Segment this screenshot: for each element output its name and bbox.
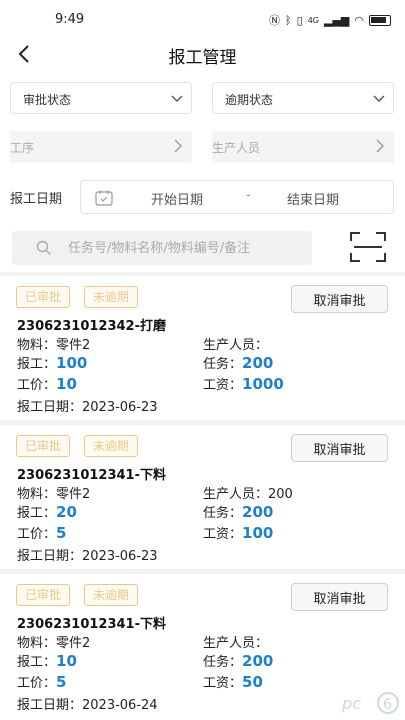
watermark-logo: pc 6 xyxy=(341,692,399,714)
wage-field: 工资：100 xyxy=(203,524,274,542)
nav-bar: 报工管理 xyxy=(0,38,405,72)
filter-panel: 审批状态 逾期状态 工序 生产人员 报工日期 开始日期 - 结束日期 xyxy=(0,72,405,272)
reported-field: 报工：20 xyxy=(17,503,77,521)
reported-field: 报工：10 xyxy=(17,652,77,670)
page-title: 报工管理 xyxy=(168,48,237,68)
producer-field[interactable]: 生产人员 xyxy=(212,131,394,163)
process-field[interactable]: 工序 xyxy=(10,131,192,163)
signal-network-label: 4G xyxy=(307,15,319,25)
chevron-down-icon xyxy=(373,95,385,102)
card-title: 2306231012341-下料 xyxy=(17,617,166,632)
unit-price-field: 工价：10 xyxy=(17,375,77,393)
approval-badge: 已审批 xyxy=(16,286,71,308)
scan-icon[interactable] xyxy=(350,232,386,262)
signal-icon: ▂▄▆ xyxy=(324,13,350,27)
overdue-badge: 未逾期 xyxy=(84,435,139,457)
approval-status-select[interactable]: 审批状态 xyxy=(10,82,192,114)
approval-badge: 已审批 xyxy=(16,584,71,606)
producer-field: 生产人员：200 xyxy=(203,487,293,502)
nfc-icon: Ⓝ xyxy=(269,14,281,27)
chevron-right-icon xyxy=(174,139,182,153)
producer-label: 生产人员 xyxy=(212,141,261,155)
process-label: 工序 xyxy=(10,141,35,155)
status-time: 9:49 xyxy=(55,12,85,27)
card-title: 2306231012341-下料 xyxy=(17,468,166,483)
status-icons: Ⓝ ᛒ ▯ 4G ▂▄▆ ◠ xyxy=(269,12,391,28)
svg-text:pc: pc xyxy=(341,694,361,713)
task-field: 任务：200 xyxy=(203,652,274,670)
overdue-badge: 未逾期 xyxy=(84,584,139,606)
unit-price-field: 工价：5 xyxy=(17,673,67,691)
material-field: 物料：零件2 xyxy=(17,338,91,353)
vibrate-icon: ▯ xyxy=(296,13,303,27)
bluetooth-icon: ᛒ xyxy=(285,13,292,27)
chevron-down-icon xyxy=(171,95,183,102)
date-range-picker[interactable]: 开始日期 - 结束日期 xyxy=(80,180,394,214)
unit-price-field: 工价：5 xyxy=(17,524,67,542)
start-date[interactable]: 开始日期 xyxy=(151,189,203,208)
report-date-field: 报工日期：2023-06-24 xyxy=(17,698,158,713)
report-card: 已审批 未逾期 取消审批 2306231012341-下料 物料：零件2 生产人… xyxy=(0,425,405,569)
approval-badge: 已审批 xyxy=(16,435,71,457)
task-field: 任务：200 xyxy=(203,503,274,521)
cancel-approval-button[interactable]: 取消审批 xyxy=(291,434,388,462)
card-title: 2306231012342-打磨 xyxy=(17,319,166,334)
cancel-approval-button[interactable]: 取消审批 xyxy=(291,583,388,611)
cancel-approval-button[interactable]: 取消审批 xyxy=(291,285,388,313)
battery-icon xyxy=(369,14,391,26)
search-icon xyxy=(36,240,51,255)
material-field: 物料：零件2 xyxy=(17,487,91,502)
report-date-field: 报工日期：2023-06-23 xyxy=(17,400,158,415)
producer-field: 生产人员： xyxy=(203,338,269,353)
date-separator: - xyxy=(246,188,251,203)
wage-field: 工资：1000 xyxy=(203,375,284,393)
status-bar: 9:49 Ⓝ ᛒ ▯ 4G ▂▄▆ ◠ xyxy=(0,0,405,38)
calendar-icon xyxy=(95,190,113,206)
report-card: 已审批 未逾期 取消审批 2306231012342-打磨 物料：零件2 生产人… xyxy=(0,276,405,420)
overdue-badge: 未逾期 xyxy=(84,286,139,308)
task-field: 任务：200 xyxy=(203,354,274,372)
search-input[interactable] xyxy=(68,231,308,265)
report-date-label: 报工日期 xyxy=(10,192,63,207)
end-date[interactable]: 结束日期 xyxy=(287,189,339,208)
wifi-icon: ◠ xyxy=(354,13,364,27)
report-date-field: 报工日期：2023-06-23 xyxy=(17,549,158,564)
producer-field: 生产人员： xyxy=(203,636,269,651)
overdue-status-label: 逾期状态 xyxy=(225,93,274,107)
chevron-right-icon xyxy=(376,139,384,153)
search-box[interactable] xyxy=(12,231,312,265)
material-field: 物料：零件2 xyxy=(17,636,91,651)
overdue-status-select[interactable]: 逾期状态 xyxy=(212,82,394,114)
reported-field: 报工：100 xyxy=(17,354,88,372)
approval-status-label: 审批状态 xyxy=(23,93,72,107)
svg-text:6: 6 xyxy=(383,697,392,713)
wage-field: 工资：50 xyxy=(203,673,263,691)
